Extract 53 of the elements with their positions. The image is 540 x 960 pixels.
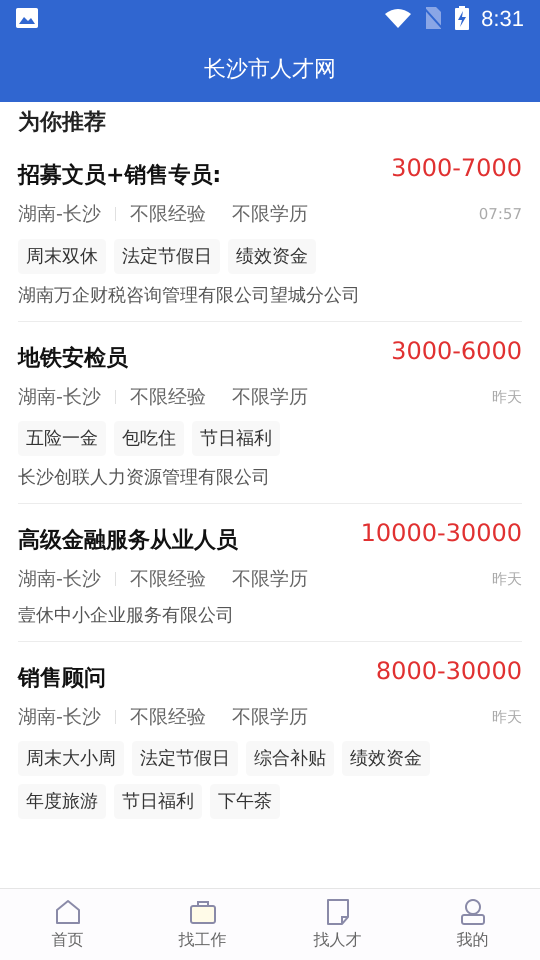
benefit-tag: 法定节假日 (132, 741, 238, 776)
nav-tab[interactable]: 找人才 (270, 889, 405, 960)
nav-tab[interactable]: 首页 (0, 889, 135, 960)
home-icon (54, 898, 82, 926)
salary: 3000-6000 (391, 336, 522, 366)
benefit-tag: 法定节假日 (114, 238, 220, 274)
image-icon (16, 8, 38, 28)
wifi-icon (385, 8, 412, 28)
education-requirement: 不限学历 (232, 567, 308, 592)
location: 湖南-长沙 (18, 202, 101, 227)
nav-tab[interactable]: 我的 (405, 889, 540, 960)
job-title: 招募文员+销售专员: (18, 162, 222, 190)
location: 湖南-长沙 (18, 704, 101, 730)
benefit-tag: 包吃住 (114, 421, 184, 456)
experience-requirement: 不限经验 (130, 704, 206, 730)
benefit-tag: 绩效资金 (342, 741, 430, 776)
benefit-tag: 下午茶 (210, 784, 280, 819)
company-name: 湖南万企财税咨询管理有限公司望城分公司 (18, 284, 361, 308)
app-title: 长沙市人才网 (204, 56, 336, 84)
education-requirement: 不限学历 (232, 704, 308, 730)
benefit-tag: 五险一金 (18, 421, 106, 456)
benefit-tag: 周末大小周 (18, 741, 124, 776)
job-title: 销售顾问 (18, 664, 106, 692)
salary: 10000-30000 (360, 518, 522, 548)
benefit-tag: 年度旅游 (18, 784, 106, 819)
job-title: 高级金融服务从业人员 (18, 526, 238, 555)
education-requirement: 不限学历 (232, 384, 308, 410)
benefit-tag: 绩效资金 (228, 238, 316, 274)
battery-charging-icon (455, 6, 470, 30)
benefit-tag: 节日福利 (114, 784, 202, 819)
nav-tab[interactable]: 找工作 (135, 889, 270, 960)
post-time: 07:57 (478, 204, 522, 225)
post-time: 昨天 (492, 386, 522, 408)
location: 湖南-长沙 (18, 567, 101, 592)
user-icon (458, 898, 486, 926)
benefit-tag: 综合补贴 (246, 741, 334, 776)
section-title: 为你推荐 (18, 109, 107, 137)
no-sim-icon (423, 7, 444, 29)
status-time: 8:31 (481, 4, 524, 32)
company-name: 长沙创联人力资源管理有限公司 (18, 466, 271, 490)
benefit-tag: 节日福利 (192, 421, 280, 456)
post-time: 昨天 (492, 569, 522, 590)
experience-requirement: 不限经验 (130, 384, 206, 410)
company-name: 壹休中小企业服务有限公司 (18, 604, 235, 628)
benefit-tag: 周末双休 (18, 238, 106, 274)
location: 湖南-长沙 (18, 384, 101, 410)
experience-requirement: 不限经验 (130, 567, 206, 592)
experience-requirement: 不限经验 (130, 202, 206, 227)
post-time: 昨天 (492, 706, 522, 728)
salary: 8000-30000 (376, 656, 522, 686)
job-title: 地铁安检员 (18, 344, 128, 372)
salary: 3000-7000 (391, 153, 522, 183)
education-requirement: 不限学历 (232, 202, 308, 227)
